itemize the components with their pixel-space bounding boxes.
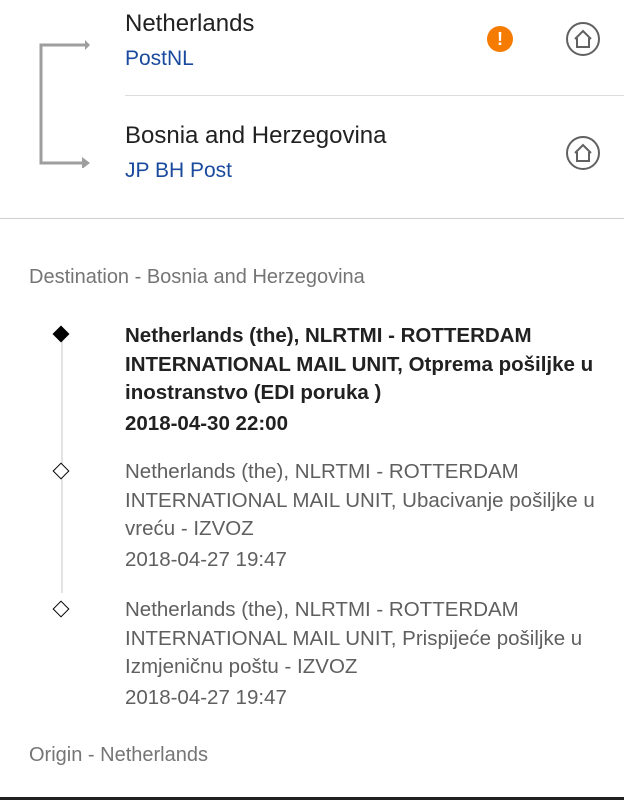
destination-country: Bosnia and Herzegovina: [125, 122, 387, 149]
home-icon[interactable]: [565, 21, 601, 57]
carrier-row-origin[interactable]: Netherlands PostNL !: [125, 0, 624, 96]
destination-section-title: Destination - Bosnia and Herzegovina: [29, 266, 365, 288]
event-date: 2018-04-30 22:00: [125, 411, 288, 435]
destination-carrier-link[interactable]: JP BH Post: [125, 159, 232, 183]
diamond-filled-icon: [52, 325, 70, 343]
carrier-row-destination[interactable]: Bosnia and Herzegovina JP BH Post: [125, 96, 624, 219]
event-description: Netherlands (the), NLRTMI - ROTTERDAM IN…: [125, 324, 594, 404]
home-icon[interactable]: [565, 135, 601, 171]
alert-icon[interactable]: !: [487, 26, 513, 52]
header-divider: [0, 218, 624, 219]
origin-section-title: Origin - Netherlands: [29, 744, 208, 766]
event-date: 2018-04-27 19:47: [125, 685, 287, 709]
origin-carrier-link[interactable]: PostNL: [125, 47, 194, 71]
event-description: Netherlands (the), NLRTMI - ROTTERDAM IN…: [125, 598, 583, 678]
event-description: Netherlands (the), NLRTMI - ROTTERDAM IN…: [125, 460, 595, 540]
route-header: Netherlands PostNL ! Bosnia and Herzegov…: [0, 0, 624, 219]
origin-country: Netherlands: [125, 10, 255, 37]
route-connector-icon: [39, 40, 90, 168]
event-date: 2018-04-27 19:47: [125, 547, 287, 571]
diamond-outline-icon: [52, 600, 70, 618]
diamond-outline-icon: [52, 462, 70, 480]
